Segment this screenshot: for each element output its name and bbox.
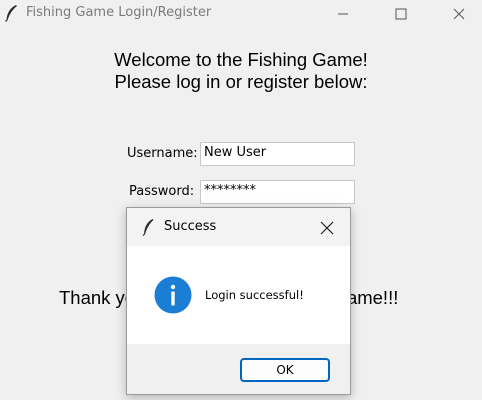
welcome-line-2: Please log in or register below: bbox=[114, 71, 368, 92]
password-input[interactable]: ******** bbox=[200, 180, 355, 204]
username-label: Username: bbox=[127, 146, 198, 161]
window-title: Fishing Game Login/Register bbox=[26, 5, 212, 20]
welcome-line-1: Welcome to the Fishing Game! bbox=[114, 49, 368, 70]
close-button[interactable] bbox=[436, 0, 482, 28]
username-input[interactable]: New User bbox=[200, 142, 355, 166]
password-label: Password: bbox=[129, 184, 195, 199]
feather-icon bbox=[142, 218, 154, 236]
feather-icon bbox=[4, 4, 18, 22]
title-bar: Fishing Game Login/Register bbox=[0, 0, 482, 28]
dialog-title-bar: Success bbox=[127, 208, 350, 246]
info-icon bbox=[154, 276, 192, 314]
success-dialog: Success Login successful! OK bbox=[126, 207, 351, 395]
maximize-icon bbox=[395, 8, 407, 20]
dialog-close-button[interactable] bbox=[317, 218, 337, 238]
minimize-button[interactable] bbox=[320, 0, 366, 28]
close-icon bbox=[320, 221, 334, 235]
welcome-heading: Welcome to the Fishing Game! Please log … bbox=[0, 49, 482, 93]
maximize-button[interactable] bbox=[378, 0, 424, 28]
minimize-icon bbox=[338, 13, 348, 15]
dialog-title: Success bbox=[164, 219, 217, 234]
dialog-body: Login successful! bbox=[127, 246, 350, 344]
main-window: Fishing Game Login/Register Welcome to t… bbox=[0, 0, 482, 400]
dialog-footer: OK bbox=[127, 344, 350, 394]
ok-button[interactable]: OK bbox=[240, 358, 330, 382]
close-icon bbox=[453, 8, 465, 20]
dialog-message: Login successful! bbox=[205, 288, 304, 302]
